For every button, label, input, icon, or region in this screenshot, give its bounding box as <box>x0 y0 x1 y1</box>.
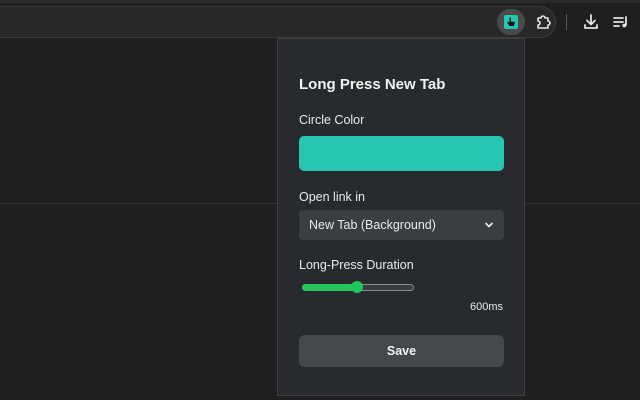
popup-title: Long Press New Tab <box>299 76 446 93</box>
pointing-hand-icon <box>504 15 518 29</box>
open-link-label: Open link in <box>299 190 366 204</box>
media-queue-icon <box>613 16 627 28</box>
chevron-down-icon <box>485 222 493 228</box>
puzzle-icon <box>537 15 551 29</box>
slider-fill <box>302 284 357 291</box>
open-link-selected-value: New Tab (Background) <box>309 218 436 232</box>
duration-slider[interactable] <box>302 281 414 293</box>
address-bar[interactable] <box>0 6 556 38</box>
duration-value: 600ms <box>469 301 503 313</box>
download-icon <box>584 14 598 29</box>
tab-strip-edge <box>0 0 640 3</box>
toolbar-divider <box>566 14 567 30</box>
extension-button[interactable] <box>497 9 525 35</box>
extension-popup: Long Press New Tab Circle Color Open lin… <box>277 38 525 396</box>
duration-label: Long-Press Duration <box>299 258 414 272</box>
media-controls-button[interactable] <box>607 9 635 35</box>
browser-toolbar <box>0 0 640 42</box>
circle-color-picker[interactable] <box>299 136 504 171</box>
open-link-select[interactable]: New Tab (Background) <box>299 210 504 240</box>
slider-thumb[interactable] <box>351 281 363 293</box>
circle-color-label: Circle Color <box>299 113 365 127</box>
save-button[interactable]: Save <box>299 335 504 367</box>
extensions-menu-button[interactable] <box>529 9 557 35</box>
downloads-button[interactable] <box>577 9 605 35</box>
